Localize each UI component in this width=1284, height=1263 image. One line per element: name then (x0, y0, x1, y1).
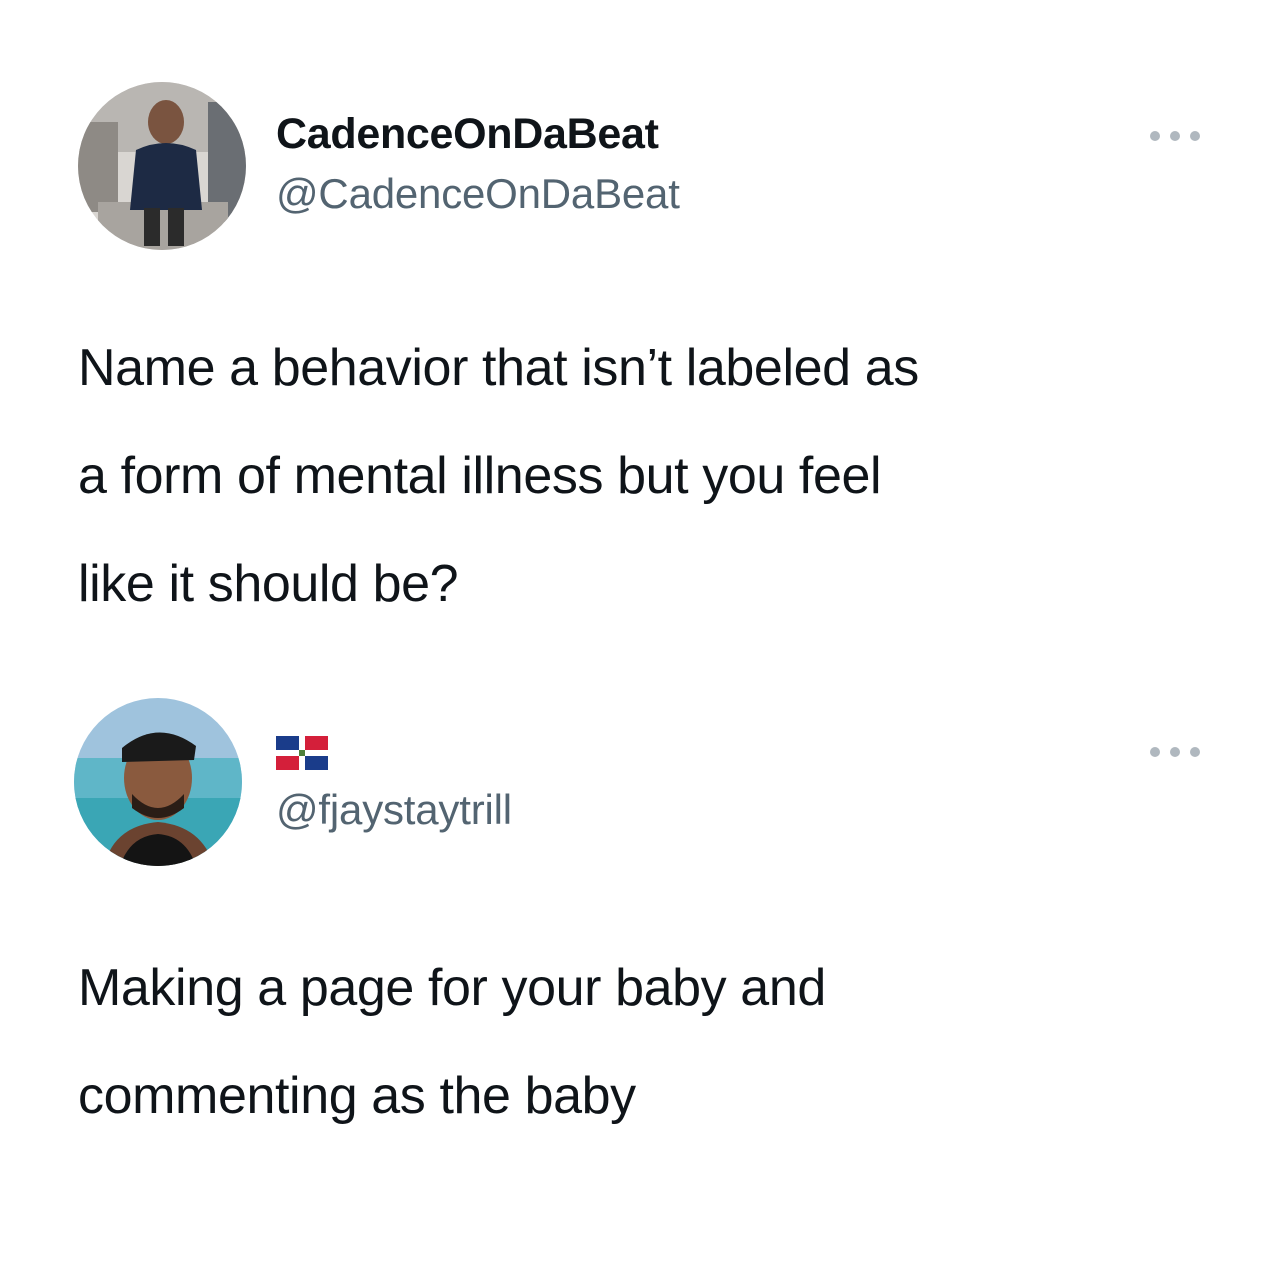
tweet-text: Making a page for your baby and commenti… (78, 934, 1238, 1150)
handle[interactable]: @fjaystaytrill (276, 786, 512, 834)
tweet-text-line: Name a behavior that isn’t labeled as (78, 339, 919, 397)
tweet-text-line: like it should be? (78, 555, 459, 613)
profile-photo-icon (78, 82, 246, 250)
tweet-text-line: a form of mental illness but you feel (78, 447, 882, 505)
avatar-cadenceondabeat[interactable] (78, 82, 246, 250)
tweet-original: CadenceOnDaBeat @CadenceOnDaBeat Name a … (0, 0, 1284, 660)
handle[interactable]: @CadenceOnDaBeat (276, 170, 680, 218)
tweet-text: Name a behavior that isn’t labeled as a … (78, 314, 1238, 638)
more-options-button[interactable] (1150, 742, 1200, 762)
more-options-button[interactable] (1150, 126, 1200, 146)
more-dot-icon (1150, 131, 1160, 141)
profile-photo-icon (74, 698, 242, 866)
display-name[interactable]: CadenceOnDaBeat (276, 110, 659, 159)
avatar-fjaystaytrill[interactable] (74, 698, 242, 866)
tweet-text-line: commenting as the baby (78, 1067, 636, 1125)
tweet-text-line: Making a page for your baby and (78, 959, 826, 1017)
more-dot-icon (1170, 747, 1180, 757)
more-dot-icon (1170, 131, 1180, 141)
dominican-republic-flag-icon (276, 736, 328, 770)
more-dot-icon (1190, 131, 1200, 141)
more-dot-icon (1150, 747, 1160, 757)
more-dot-icon (1190, 747, 1200, 757)
